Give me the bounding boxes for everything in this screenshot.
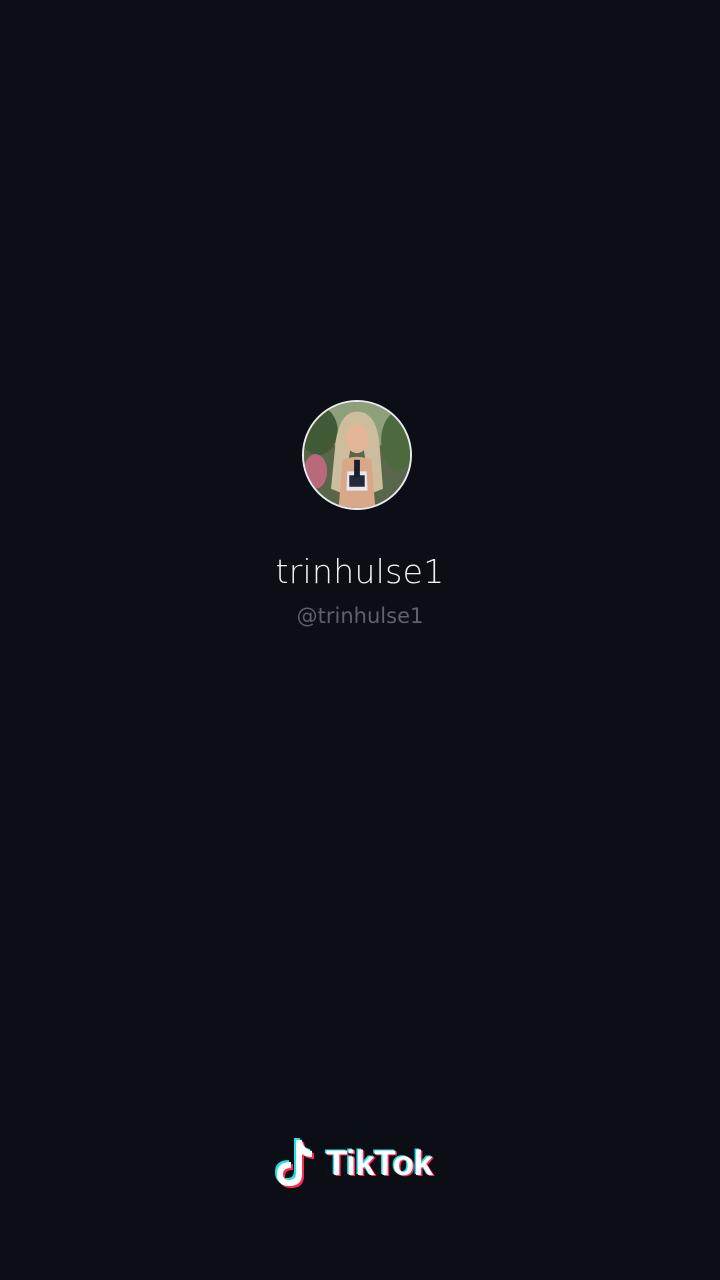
avatar[interactable] <box>302 400 412 510</box>
profile-photo <box>304 402 410 508</box>
display-name: trinhulse1 <box>275 552 445 591</box>
username-handle: @trinhulse1 <box>296 604 424 628</box>
end-card-screen: trinhulse1 @trinhulse1 TikTok <box>0 0 720 1280</box>
tiktok-wordmark: TikTok <box>326 1144 433 1183</box>
tiktok-note-icon <box>275 1138 314 1188</box>
tiktok-watermark: TikTok <box>270 1136 433 1192</box>
